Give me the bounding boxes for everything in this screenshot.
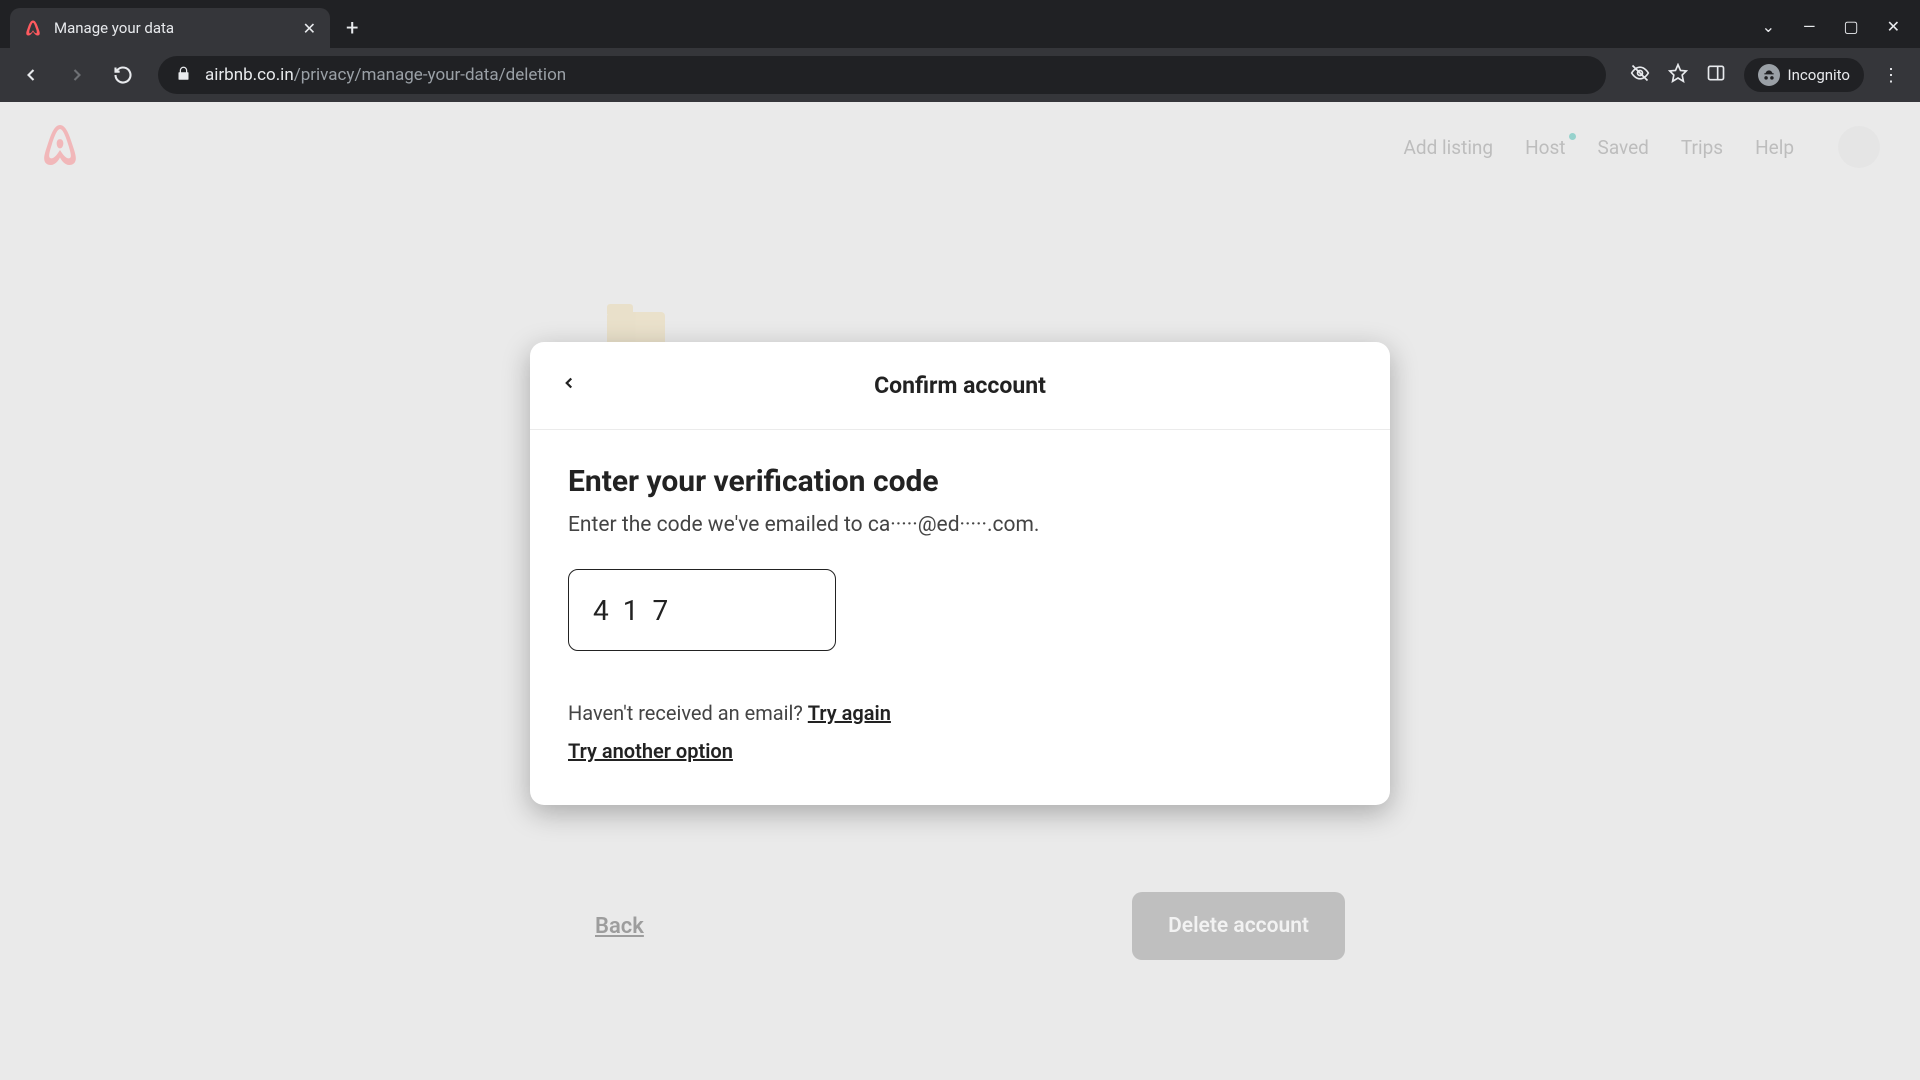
another-option-row: Try another option [568, 739, 1352, 763]
verification-code-input[interactable] [568, 569, 836, 651]
modal-body: Enter your verification code Enter the c… [530, 430, 1390, 805]
eye-off-icon[interactable] [1630, 63, 1650, 88]
reload-button[interactable] [104, 56, 142, 94]
modal-header: Confirm account [530, 342, 1390, 430]
window-controls: ⌄ — ▢ ✕ [1762, 17, 1920, 48]
airbnb-logo-icon[interactable] [40, 123, 80, 171]
modal-title: Confirm account [874, 372, 1046, 399]
modal-back-button[interactable] [560, 373, 578, 398]
nav-trips[interactable]: Trips [1681, 136, 1723, 159]
kebab-menu-icon[interactable]: ⋮ [1882, 65, 1900, 86]
url-text: airbnb.co.in/privacy/manage-your-data/de… [205, 65, 566, 85]
resend-row: Haven't received an email? Try again [568, 701, 1352, 725]
toolbar-icons: Incognito ⋮ [1622, 58, 1908, 92]
airbnb-favicon-icon [24, 19, 42, 37]
url-bar[interactable]: airbnb.co.in/privacy/manage-your-data/de… [158, 56, 1606, 94]
background-buttons: Back Delete account [575, 892, 1345, 960]
nav-saved[interactable]: Saved [1598, 136, 1649, 159]
incognito-badge[interactable]: Incognito [1744, 58, 1864, 92]
maximize-icon[interactable]: ▢ [1843, 17, 1858, 36]
star-icon[interactable] [1668, 63, 1688, 88]
confirm-account-modal: Confirm account Enter your verification … [530, 342, 1390, 805]
incognito-label: Incognito [1788, 66, 1850, 84]
header-nav: Add listing Host Saved Trips Help [1404, 126, 1880, 168]
resend-prompt: Haven't received an email? [568, 701, 808, 725]
incognito-icon [1758, 64, 1780, 86]
verification-heading: Enter your verification code [568, 464, 1352, 499]
page-content: Add listing Host Saved Trips Help Back D… [0, 102, 1920, 1080]
browser-tab[interactable]: Manage your data ✕ [10, 8, 330, 48]
tab-title: Manage your data [54, 19, 291, 37]
close-window-icon[interactable]: ✕ [1887, 17, 1900, 36]
nav-help[interactable]: Help [1755, 136, 1794, 159]
nav-add-listing[interactable]: Add listing [1404, 136, 1494, 159]
forward-button[interactable] [58, 56, 96, 94]
verification-instruction: Enter the code we've emailed to ca·····@… [568, 513, 1352, 537]
site-header: Add listing Host Saved Trips Help [0, 102, 1920, 192]
minimize-icon[interactable]: — [1803, 17, 1816, 36]
avatar[interactable] [1838, 126, 1880, 168]
close-tab-icon[interactable]: ✕ [303, 19, 316, 38]
panel-icon[interactable] [1706, 63, 1726, 88]
background-delete-button: Delete account [1132, 892, 1345, 960]
chevron-down-icon[interactable]: ⌄ [1762, 17, 1775, 36]
try-again-link[interactable]: Try again [808, 701, 891, 725]
new-tab-button[interactable]: + [330, 8, 374, 48]
nav-host[interactable]: Host [1525, 136, 1565, 159]
address-bar-row: airbnb.co.in/privacy/manage-your-data/de… [0, 48, 1920, 102]
browser-tab-bar: Manage your data ✕ + ⌄ — ▢ ✕ [0, 0, 1920, 48]
try-another-option-link[interactable]: Try another option [568, 739, 733, 763]
back-button[interactable] [12, 56, 50, 94]
background-back-link: Back [595, 914, 644, 939]
lock-icon [176, 66, 191, 85]
